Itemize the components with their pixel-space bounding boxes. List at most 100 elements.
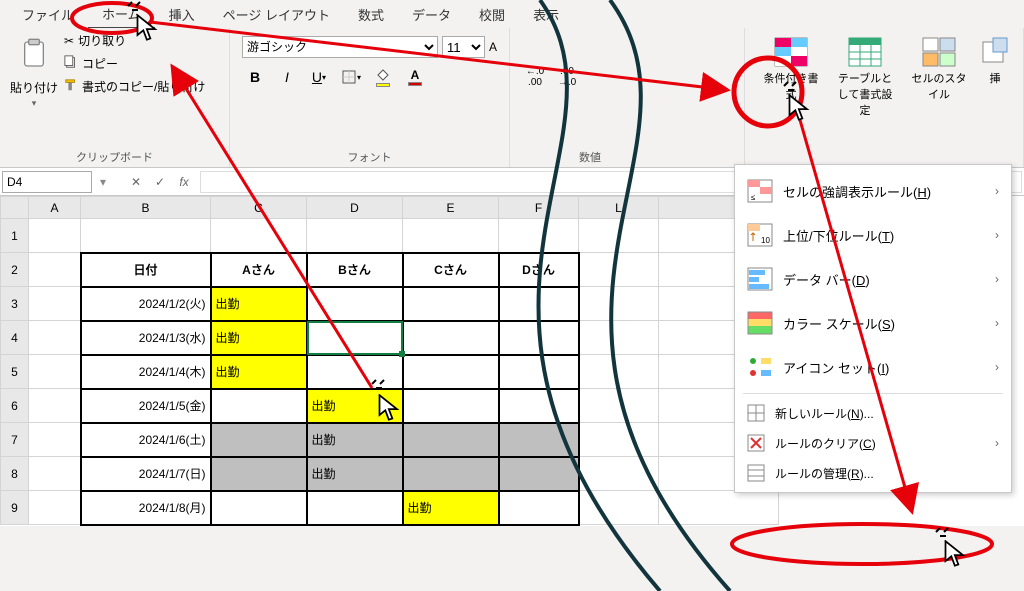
- row-header[interactable]: 8: [1, 457, 29, 491]
- menu-item-icon-sets[interactable]: アイコン セット(I) ›: [735, 345, 1011, 389]
- cell-empty[interactable]: [499, 457, 579, 491]
- col-header[interactable]: B: [81, 197, 211, 219]
- menu-item-highlight-rules[interactable]: ≤ セルの強調表示ルール(H) ›: [735, 169, 1011, 213]
- menu-item-clear-rules[interactable]: ルールのクリア(C) ›: [735, 428, 1011, 458]
- col-header[interactable]: E: [403, 197, 499, 219]
- tab-review[interactable]: 校閲: [465, 1, 519, 28]
- cell-value[interactable]: 出勤: [307, 457, 403, 491]
- cell-value[interactable]: 出勤: [211, 321, 307, 355]
- format-painter-button[interactable]: 書式のコピー/貼り付け: [64, 78, 205, 95]
- cell-empty[interactable]: [307, 491, 403, 525]
- row-header[interactable]: 5: [1, 355, 29, 389]
- insert-cells-icon: [977, 36, 1013, 68]
- cell-empty[interactable]: [307, 287, 403, 321]
- menu-item-manage-rules[interactable]: ルールの管理(R)...: [735, 458, 1011, 488]
- cell-date[interactable]: 2024/1/6(土): [81, 423, 211, 457]
- tab-data[interactable]: データ: [398, 1, 465, 28]
- cell-empty[interactable]: [403, 355, 499, 389]
- chevron-down-icon[interactable]: ▾: [100, 175, 106, 189]
- insert-cells-button[interactable]: 挿: [981, 36, 1009, 86]
- table-header-d[interactable]: Dさん: [499, 253, 579, 287]
- menu-item-new-rule[interactable]: 新しいルール(N)...: [735, 398, 1011, 428]
- menu-item-data-bars[interactable]: データ バー(D) ›: [735, 257, 1011, 301]
- cell-empty[interactable]: [307, 355, 403, 389]
- cell-date[interactable]: 2024/1/2(火): [81, 287, 211, 321]
- tab-formulas[interactable]: 数式: [344, 1, 398, 28]
- cell-value[interactable]: 出勤: [211, 287, 307, 321]
- row-header[interactable]: 2: [1, 253, 29, 287]
- font-color-button[interactable]: A: [402, 64, 428, 90]
- cell-empty[interactable]: [499, 491, 579, 525]
- bold-button[interactable]: B: [242, 64, 268, 90]
- menu-item-color-scales[interactable]: カラー スケール(S) ›: [735, 301, 1011, 345]
- cell-empty[interactable]: [499, 321, 579, 355]
- cell-empty[interactable]: [499, 355, 579, 389]
- cell-date[interactable]: 2024/1/3(水): [81, 321, 211, 355]
- row-header[interactable]: 6: [1, 389, 29, 423]
- selected-cell[interactable]: [307, 321, 403, 355]
- name-box[interactable]: [2, 171, 92, 193]
- cell-empty[interactable]: [499, 287, 579, 321]
- fx-icon[interactable]: fx: [172, 175, 196, 189]
- col-header[interactable]: L: [579, 197, 659, 219]
- row-header[interactable]: 7: [1, 423, 29, 457]
- col-header[interactable]: C: [211, 197, 307, 219]
- cell-date[interactable]: 2024/1/5(金): [81, 389, 211, 423]
- increase-font-icon[interactable]: A: [489, 40, 497, 54]
- cell-empty[interactable]: [403, 423, 499, 457]
- increase-decimal-button[interactable]: ←.0.00: [522, 64, 548, 90]
- format-as-table-button[interactable]: テーブルとして書式設定: [833, 36, 897, 118]
- underline-button[interactable]: U▾: [306, 64, 332, 90]
- cancel-formula-icon[interactable]: ✕: [124, 175, 148, 189]
- row-header[interactable]: 9: [1, 491, 29, 525]
- decrease-decimal-button[interactable]: .00→.0: [554, 64, 580, 90]
- sheet-table[interactable]: A B C D E F L 1 2 日付 Aさん Bさん Cさん Dさん 3 2…: [0, 196, 779, 526]
- cell-empty[interactable]: [499, 389, 579, 423]
- tab-file[interactable]: ファイル: [8, 1, 88, 28]
- table-header-a[interactable]: Aさん: [211, 253, 307, 287]
- cell-empty[interactable]: [211, 423, 307, 457]
- cell-value[interactable]: 出勤: [211, 355, 307, 389]
- cell-empty[interactable]: [499, 423, 579, 457]
- cell-empty[interactable]: [403, 321, 499, 355]
- tab-view[interactable]: 表示: [519, 1, 573, 28]
- cell-value[interactable]: 出勤: [307, 423, 403, 457]
- copy-button[interactable]: コピー: [64, 55, 205, 72]
- cell-empty[interactable]: [403, 287, 499, 321]
- font-size-select[interactable]: 11: [442, 36, 485, 58]
- cell-empty[interactable]: [403, 389, 499, 423]
- table-icon: [847, 36, 883, 68]
- paste-button[interactable]: 貼り付け ▾: [8, 32, 60, 147]
- tab-layout[interactable]: ページ レイアウト: [209, 1, 344, 28]
- cell-styles-button[interactable]: セルのスタイル: [907, 36, 971, 102]
- cut-button[interactable]: ✂ 切り取り: [64, 32, 205, 49]
- accept-formula-icon[interactable]: ✓: [148, 175, 172, 189]
- cell-empty[interactable]: [211, 389, 307, 423]
- italic-button[interactable]: I: [274, 64, 300, 90]
- cell-empty[interactable]: [211, 491, 307, 525]
- row-header[interactable]: 1: [1, 219, 29, 253]
- col-header[interactable]: A: [29, 197, 81, 219]
- cell-empty[interactable]: [403, 457, 499, 491]
- row-header[interactable]: 4: [1, 321, 29, 355]
- table-header-b[interactable]: Bさん: [307, 253, 403, 287]
- cell-value[interactable]: 出勤: [403, 491, 499, 525]
- tab-home[interactable]: ホーム: [88, 0, 155, 29]
- font-name-select[interactable]: 游ゴシック: [242, 36, 438, 58]
- col-header[interactable]: D: [307, 197, 403, 219]
- select-all-corner[interactable]: [1, 197, 29, 219]
- col-header[interactable]: F: [499, 197, 579, 219]
- tab-insert[interactable]: 挿入: [155, 1, 209, 28]
- cell-date[interactable]: 2024/1/7(日): [81, 457, 211, 491]
- cell-empty[interactable]: [211, 457, 307, 491]
- menu-item-top-bottom-rules[interactable]: 10 上位/下位ルール(T) ›: [735, 213, 1011, 257]
- cell-value[interactable]: 出勤: [307, 389, 403, 423]
- cell-date[interactable]: 2024/1/4(木): [81, 355, 211, 389]
- table-header-date[interactable]: 日付: [81, 253, 211, 287]
- cell-date[interactable]: 2024/1/8(月): [81, 491, 211, 525]
- fill-color-button[interactable]: [370, 64, 396, 90]
- borders-button[interactable]: ▾: [338, 64, 364, 90]
- row-header[interactable]: 3: [1, 287, 29, 321]
- table-header-c[interactable]: Cさん: [403, 253, 499, 287]
- conditional-formatting-button[interactable]: 条件付き書式: [759, 36, 823, 102]
